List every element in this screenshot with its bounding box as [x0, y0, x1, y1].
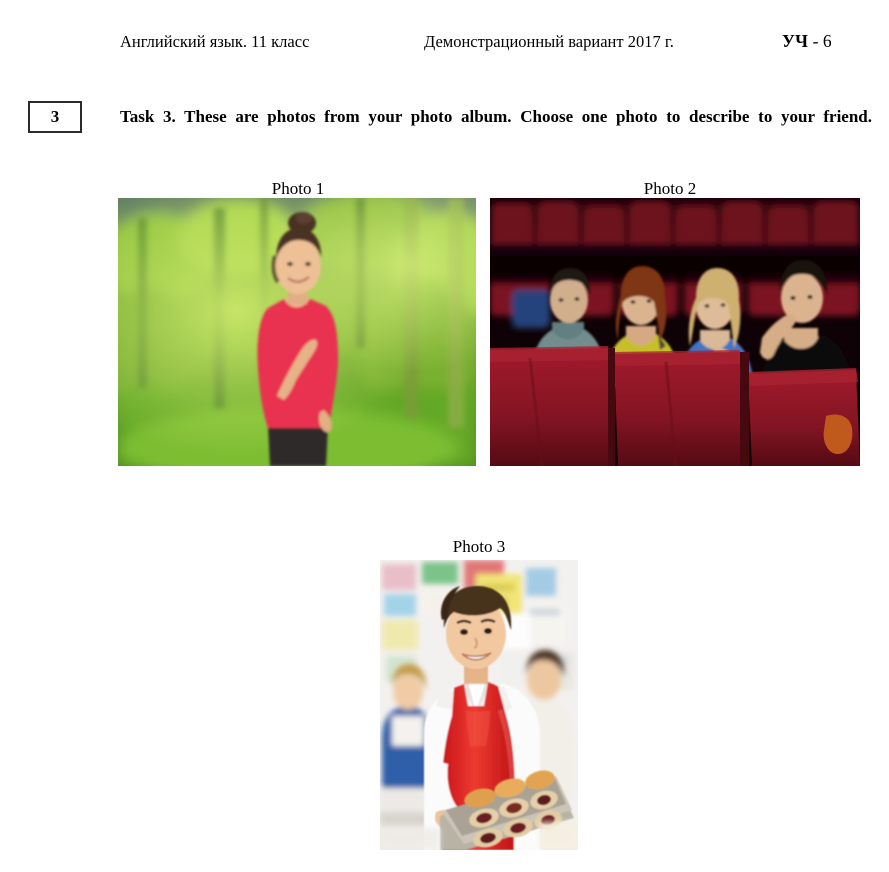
- photo-2-image: [490, 198, 860, 466]
- photo-1-caption: Photo 1: [271, 179, 325, 198]
- task-number-box: 3: [28, 101, 82, 133]
- header-subject: Английский язык. 11 класс: [120, 32, 310, 51]
- photo-3-illustration: [380, 560, 578, 850]
- header-variant: Демонстрационный вариант 2017 г.: [424, 32, 674, 51]
- photo-2-caption: Photo 2: [643, 179, 697, 198]
- header-code-letters: УЧ: [782, 31, 809, 51]
- photo-3-caption: Photo 3: [452, 537, 506, 556]
- photo-1-illustration: [118, 198, 476, 466]
- page-header: Английский язык. 11 класс Демонстрационн…: [0, 31, 889, 57]
- task-number-label: 3: [50, 107, 60, 126]
- photo-2-illustration: [490, 198, 860, 466]
- header-page-code: УЧ - 6: [782, 29, 832, 53]
- photo-3-image: [380, 560, 578, 850]
- task-instruction-text: Task 3. These are photos from your photo…: [120, 107, 872, 126]
- header-code-number: - 6: [808, 31, 832, 51]
- photo-1-image: [118, 198, 476, 466]
